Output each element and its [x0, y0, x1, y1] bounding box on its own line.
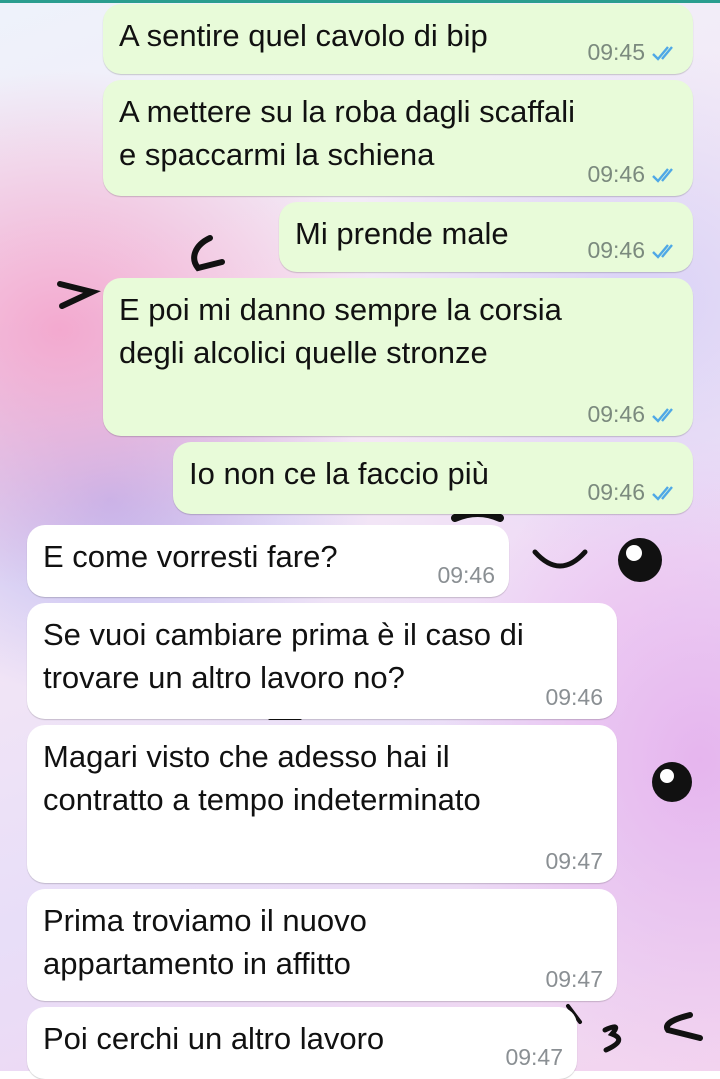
message-bubble-outgoing[interactable]: Mi prende male 09:46 [279, 202, 693, 272]
double-check-icon [652, 45, 673, 61]
message-bubble-outgoing[interactable]: Io non ce la faccio più 09:46 [173, 442, 693, 514]
message-time: 09:46 [545, 684, 603, 710]
message-bubble-incoming[interactable]: E come vorresti fare? 09:46 [27, 525, 509, 597]
message-time: 09:47 [545, 966, 603, 992]
message-time: 09:46 [587, 237, 645, 263]
message-bubble-outgoing[interactable]: A mettere su la roba dagli scaffali e sp… [103, 80, 693, 196]
message-text: E come vorresti fare? [43, 539, 338, 574]
message-text: Prima troviamo il nuovo appartamento in … [43, 903, 367, 981]
message-time: 09:45 [587, 39, 645, 65]
message-time: 09:46 [587, 479, 645, 505]
message-time: 09:47 [545, 848, 603, 874]
message-time: 09:46 [587, 401, 645, 427]
message-bubble-incoming[interactable]: Se vuoi cambiare prima è il caso di trov… [27, 603, 617, 719]
message-text: Se vuoi cambiare prima è il caso di trov… [43, 617, 524, 695]
message-time: 09:46 [437, 562, 495, 588]
message-bubble-outgoing[interactable]: E poi mi danno sempre la corsia degli al… [103, 278, 693, 436]
double-check-icon [652, 243, 673, 259]
message-time: 09:47 [505, 1044, 563, 1070]
message-text: Poi cerchi un altro lavoro [43, 1021, 385, 1056]
message-text: E poi mi danno sempre la corsia degli al… [119, 292, 562, 370]
message-time: 09:46 [587, 161, 645, 187]
message-bubble-incoming[interactable]: Prima troviamo il nuovo appartamento in … [27, 889, 617, 1001]
message-bubble-incoming[interactable]: Poi cerchi un altro lavoro 09:47 [27, 1007, 577, 1079]
header-divider [0, 0, 720, 3]
double-check-icon [652, 167, 673, 183]
double-check-icon [652, 407, 673, 423]
double-check-icon [652, 485, 673, 501]
message-bubble-incoming[interactable]: Magari visto che adesso hai il contratto… [27, 725, 617, 883]
message-bubble-outgoing[interactable]: A sentire quel cavolo di bip 09:45 [103, 4, 693, 74]
message-text: Magari visto che adesso hai il contratto… [43, 739, 481, 817]
